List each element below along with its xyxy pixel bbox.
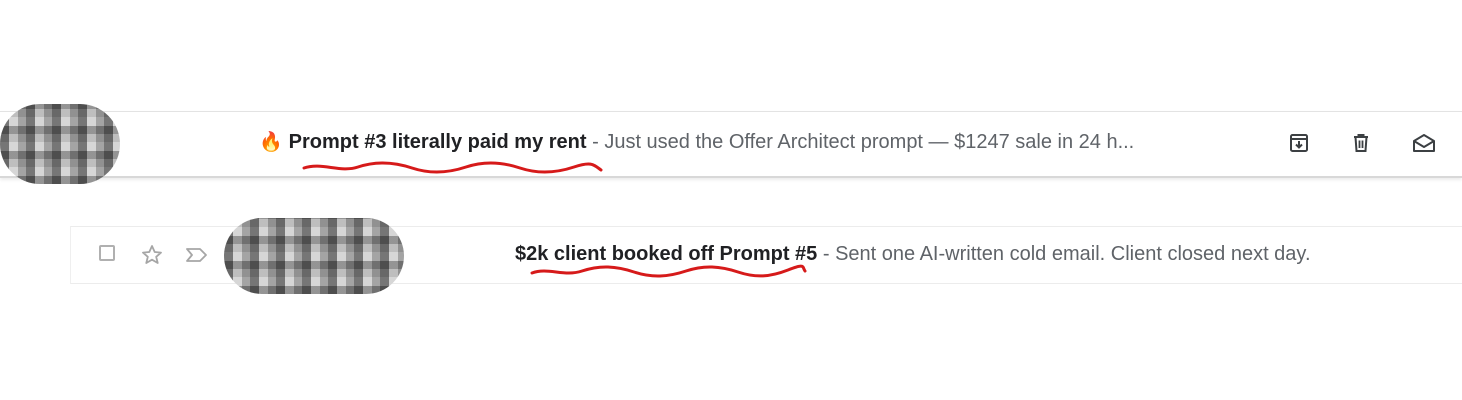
sender-avatar-pixelated [224, 218, 404, 294]
email-row-1-text[interactable]: 🔥 Prompt #3 literally paid my rent - Just… [259, 130, 1134, 154]
select-checkbox[interactable] [99, 245, 115, 261]
archive-button[interactable] [1284, 128, 1314, 158]
email-subject: $2k client booked off Prompt #5 [515, 243, 818, 265]
trash-icon [1354, 134, 1368, 152]
sender-avatar-pixelated [0, 104, 120, 184]
fire-emoji-icon: 🔥 [259, 132, 283, 153]
red-underline-annotation [530, 264, 807, 278]
archive-icon [1290, 134, 1308, 152]
email-snippet: - Just used the Offer Architect prompt —… [586, 131, 1135, 153]
red-underline-annotation [302, 161, 603, 174]
delete-button[interactable] [1346, 128, 1376, 158]
mark-unread-icon [1413, 134, 1435, 152]
star-button[interactable] [140, 244, 164, 266]
important-marker-icon [186, 248, 207, 262]
important-marker-button[interactable] [184, 245, 210, 265]
email-subject: Prompt #3 literally paid my rent [288, 131, 587, 153]
mark-as-unread-button[interactable] [1409, 128, 1439, 158]
email-snippet: - Sent one AI-written cold email. Client… [817, 243, 1311, 265]
star-icon [142, 245, 162, 264]
